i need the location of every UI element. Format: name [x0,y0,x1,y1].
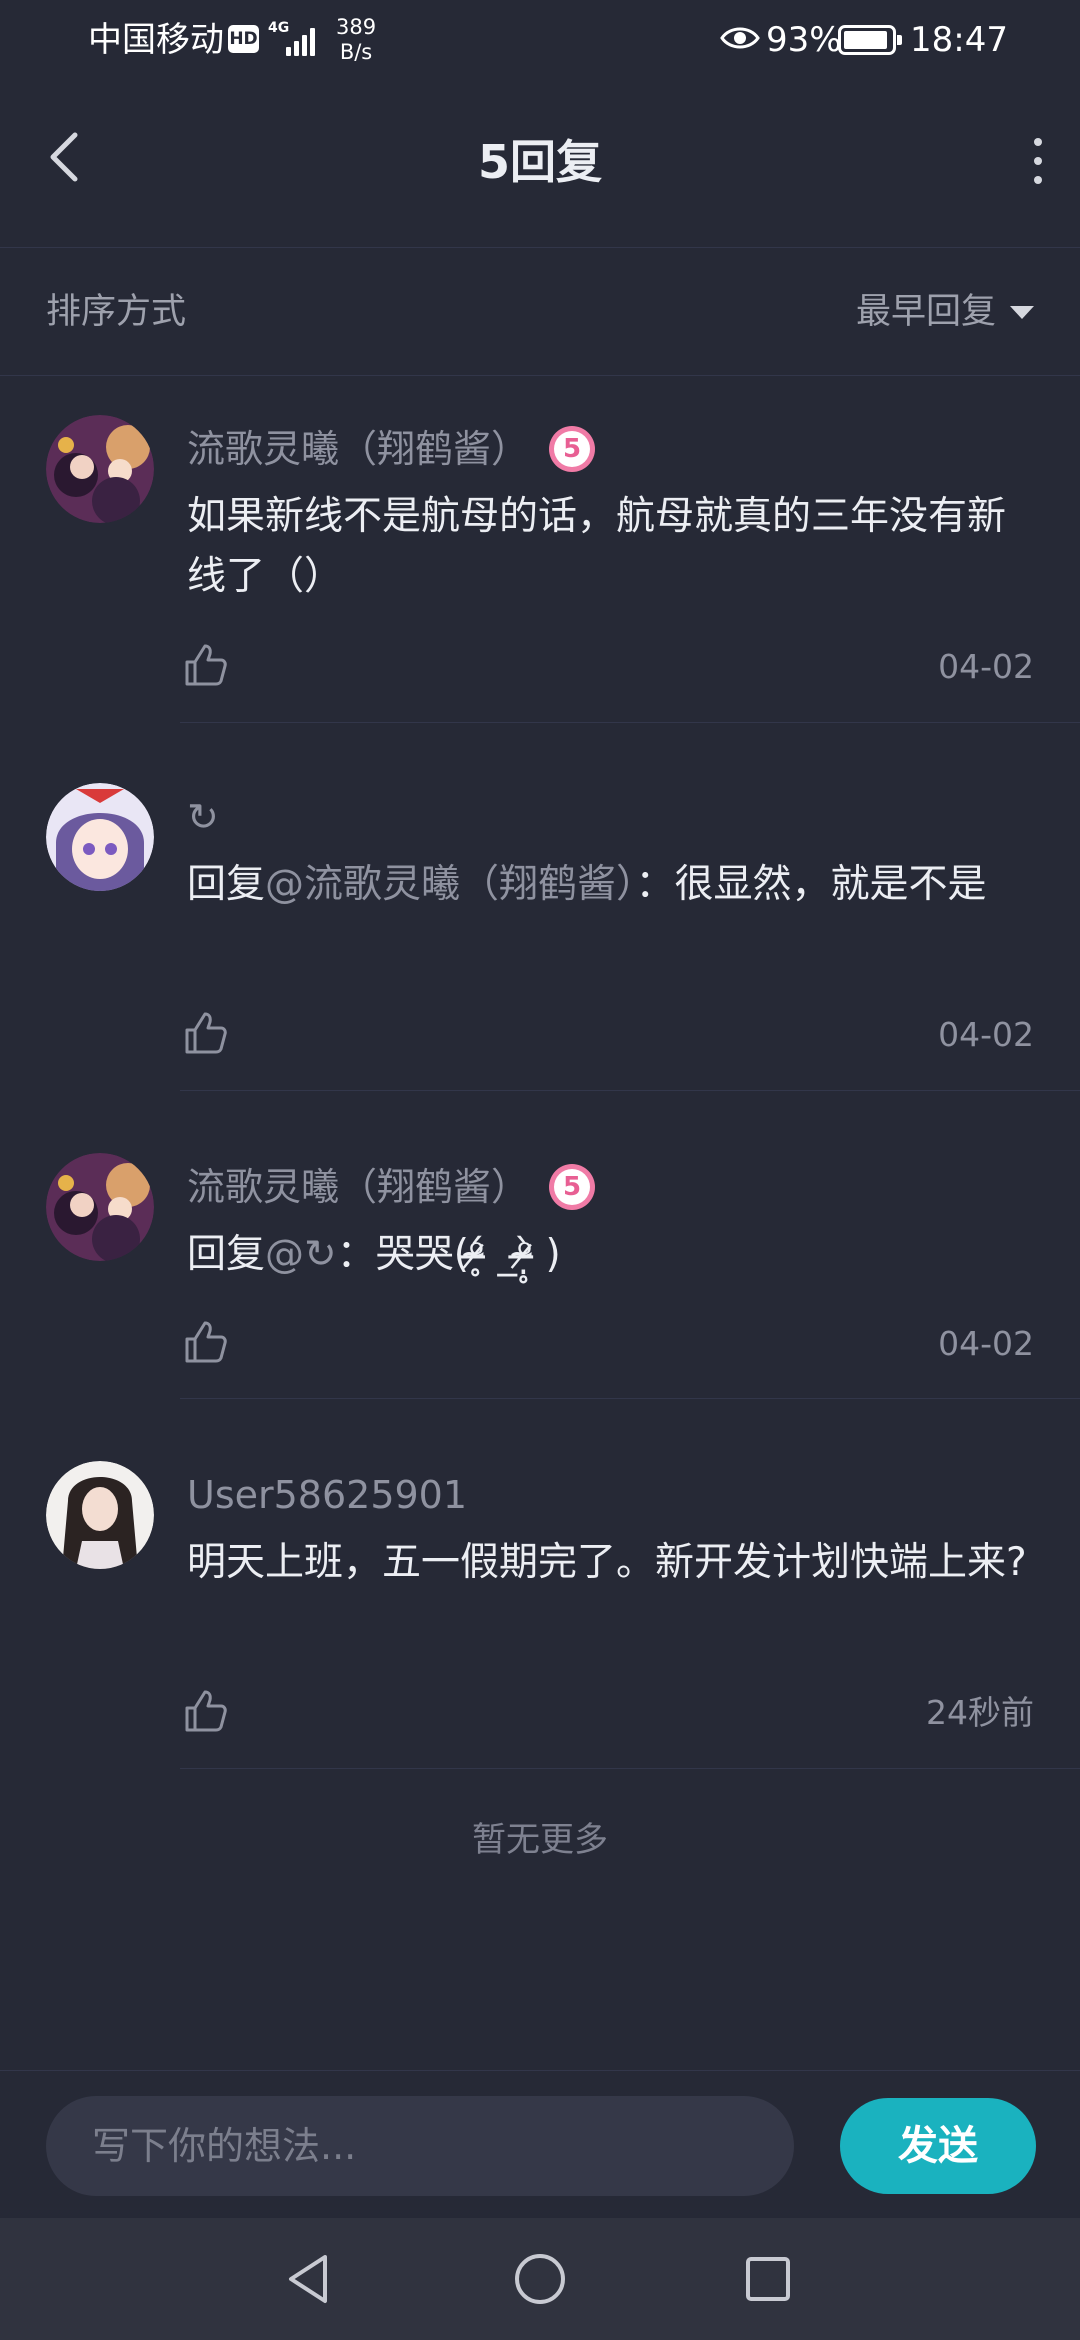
nav-back-button[interactable] [272,2243,344,2315]
username[interactable]: ↻ [187,791,219,843]
level-badge: 5 [549,426,596,472]
comment-item: 流歌灵曦（翔鹤酱） 5 如果新线不是航母的话，航母就真的三年没有新线了（） 04… [0,377,1080,723]
reply-body: ：哭哭(ᵒ̴̶̷̥́ _ᵒ̴̶̷̣̥̀ ) [336,1232,561,1277]
hd-icon: HD [228,25,259,53]
avatar[interactable] [46,1153,154,1261]
thumbs-up-icon[interactable] [183,1010,229,1056]
divider [180,1398,1080,1399]
reply-prefix: 回复 [187,1232,266,1277]
network-speed-value: 389 [336,15,377,39]
thumbs-up-icon[interactable] [183,1319,229,1365]
no-more-label: 暂无更多 [472,1820,608,1860]
network-speed: 389 B/s [336,15,376,65]
comment-item: ↻ 回复@流歌灵曦（翔鹤酱）：很显然，就是不是 04-02 [0,745,1080,1091]
square-recents-icon [746,2257,790,2301]
level-badge: 5 [549,1164,596,1210]
status-bar: 中国移动 HD 4G 389 B/s 93% 18:47 [0,0,1080,80]
comment-time: 04-02 [938,1015,1034,1054]
triangle-back-icon [289,2255,327,2303]
avatar[interactable] [46,415,154,523]
circle-home-icon [515,2254,565,2304]
top-app-bar: 5回复 [0,80,1080,248]
comment-text: 明天上班，五一假期完了。新开发计划快端上来? [187,1540,1027,1585]
system-navigation-bar [0,2218,1080,2340]
comment-text: 回复@↻：哭哭(ᵒ̴̶̷̥́ _ᵒ̴̶̷̣̥̀ ) [187,1225,1037,1285]
eye-comfort-icon [720,27,760,49]
reply-prefix: 回复 [187,862,266,907]
comment-time: 24秒前 [926,1693,1034,1732]
more-options-button[interactable] [1018,126,1058,196]
reply-mention[interactable]: @↻ [265,1232,337,1277]
sort-bar: 排序方式 最早回复 [0,248,1080,376]
comment-text: 如果新线不是航母的话，航母就真的三年没有新线了（） [187,494,1007,599]
more-vertical-icon [1034,138,1042,146]
username[interactable]: User58625901 [187,1469,467,1521]
divider [180,722,1080,723]
battery-icon [838,25,902,55]
comment-time: 04-02 [938,647,1034,686]
username[interactable]: 流歌灵曦（翔鹤酱） [187,1161,529,1213]
send-button[interactable]: 发送 [840,2098,1036,2194]
thumbs-up-icon[interactable] [183,642,229,688]
battery-percent: 93% [766,20,842,60]
comment-time: 04-02 [938,1324,1034,1363]
comment-item: User58625901 明天上班，五一假期完了。新开发计划快端上来? 24秒前 [0,1423,1080,1769]
nav-home-button[interactable] [504,2243,576,2315]
caret-down-icon [1010,305,1034,319]
comment-text: 回复@流歌灵曦（翔鹤酱）：很显然，就是不是 [187,855,1037,915]
divider [180,1090,1080,1091]
sort-label: 排序方式 [46,292,187,332]
thumbs-up-icon[interactable] [183,1688,229,1734]
network-speed-unit: B/s [339,40,373,64]
reply-mention[interactable]: @流歌灵曦（翔鹤酱） [265,862,636,907]
level-number: 5 [554,431,591,467]
page-title: 5回复 [477,135,602,189]
reply-body: ：很显然，就是不是 [635,862,987,907]
carrier-name: 中国移动 [88,20,224,60]
comment-input[interactable] [46,2096,794,2196]
clock: 18:47 [910,20,1008,60]
sort-dropdown[interactable]: 最早回复 [856,288,1034,336]
comment-input-bar: 发送 [0,2070,1080,2216]
signal-icon [284,22,320,56]
screen: 中国移动 HD 4G 389 B/s 93% 18:47 5回复 排序方式 最早… [0,0,1080,2340]
avatar[interactable] [46,783,154,891]
comment-item: 流歌灵曦（翔鹤酱） 5 回复@↻：哭哭(ᵒ̴̶̷̥́ _ᵒ̴̶̷̣̥̀ ) 04… [0,1115,1080,1399]
username[interactable]: 流歌灵曦（翔鹤酱） [187,423,529,475]
level-number: 5 [554,1169,591,1205]
nav-recents-button[interactable] [732,2243,804,2315]
divider [180,1768,1080,1769]
sort-selected-value: 最早回复 [855,292,996,332]
avatar[interactable] [46,1461,154,1569]
